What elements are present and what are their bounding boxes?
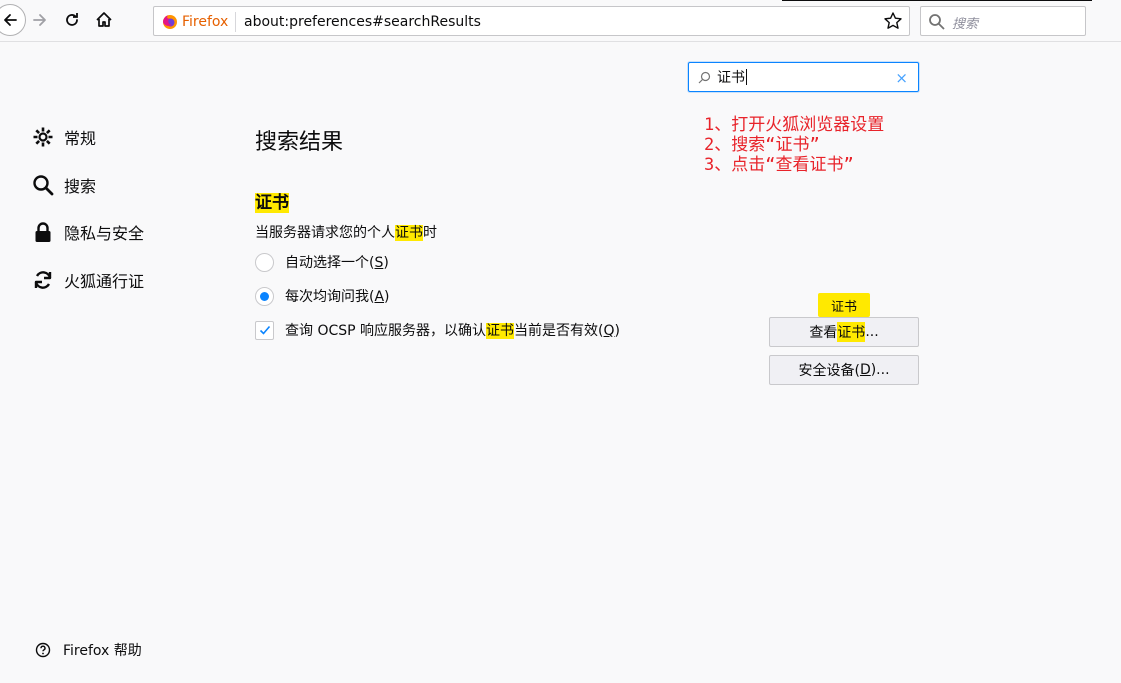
- radio-button[interactable]: [255, 286, 274, 306]
- radio-label: 每次均询问我(A): [285, 289, 390, 305]
- instruction-line: 3、点击“查看证书”: [704, 155, 854, 175]
- preferences-search-value[interactable]: 证书: [717, 68, 747, 88]
- url-separator: [235, 12, 236, 32]
- instruction-annotation: 1、打开火狐浏览器设置 2、搜索“证书” 3、点击“查看证书”: [704, 115, 884, 175]
- help-label: Firefox 帮助: [63, 643, 142, 659]
- sidebar-item-sync[interactable]: 火狐通行证: [32, 264, 144, 296]
- instruction-line: 2、搜索“证书”: [704, 135, 820, 155]
- search-placeholder: 搜索: [952, 17, 979, 32]
- security-devices-button[interactable]: 安全设备(D)...: [769, 355, 919, 385]
- radio-label: 自动选择一个(S): [285, 255, 389, 271]
- sidebar-item-label: 火狐通行证: [64, 272, 145, 291]
- arrow-right-icon: [33, 14, 46, 26]
- firefox-logo-icon: [163, 15, 177, 29]
- reload-button[interactable]: [58, 6, 86, 34]
- forward-button[interactable]: [26, 6, 54, 34]
- checkbox-label: 查询 OCSP 响应服务器，以确认证书当前是否有效(Q): [285, 323, 620, 339]
- lock-icon: [35, 222, 51, 242]
- home-icon: [96, 12, 112, 27]
- radio-select-automatically[interactable]: 自动选择一个(S): [255, 252, 389, 272]
- star-icon[interactable]: [883, 11, 903, 31]
- checkmark-icon: [259, 325, 270, 335]
- search-icon: [698, 71, 711, 84]
- sidebar-item-search[interactable]: 搜索: [32, 169, 96, 201]
- search-highlight: 证书: [837, 322, 866, 342]
- help-link[interactable]: Firefox 帮助: [35, 640, 142, 660]
- browser-toolbar: Firefox about:preferences#searchResults …: [0, 0, 1121, 42]
- arrow-left-icon: [4, 14, 17, 26]
- radio-button[interactable]: [255, 252, 274, 272]
- reload-icon: [66, 13, 78, 26]
- url-bar[interactable]: Firefox about:preferences#searchResults: [153, 6, 910, 36]
- sidebar-item-label: 隐私与安全: [64, 224, 145, 243]
- ocsp-checkbox[interactable]: 查询 OCSP 响应服务器，以确认证书当前是否有效(Q): [255, 320, 620, 340]
- checkbox[interactable]: [255, 320, 274, 340]
- help-icon: [35, 642, 51, 658]
- view-certificates-button[interactable]: 查看 证书...: [769, 317, 919, 347]
- sidebar-item-privacy[interactable]: 隐私与安全: [32, 216, 144, 248]
- search-highlight: 证书: [486, 323, 515, 339]
- search-icon: [33, 175, 54, 196]
- radio-ask-every-time[interactable]: 每次均询问我(A): [255, 286, 390, 306]
- text-caret: [746, 69, 747, 85]
- instruction-line: 1、打开火狐浏览器设置: [704, 115, 885, 135]
- sidebar-item-label: 搜索: [64, 177, 97, 196]
- identity-label: Firefox: [182, 14, 229, 30]
- page-title: 搜索结果: [255, 130, 344, 155]
- url-text[interactable]: about:preferences#searchResults: [244, 12, 481, 32]
- gear-icon: [33, 127, 53, 147]
- identity-box[interactable]: Firefox: [162, 12, 228, 32]
- sync-icon: [34, 271, 52, 289]
- search-highlight: 证书: [255, 193, 289, 213]
- clear-search-button[interactable]: ×: [895, 68, 908, 88]
- home-button[interactable]: [90, 6, 118, 34]
- back-button[interactable]: [0, 4, 26, 36]
- section-title: 证书: [255, 188, 289, 213]
- sidebar-item-label: 常规: [64, 129, 97, 148]
- search-tooltip: 证书: [818, 293, 870, 323]
- browser-search-bar[interactable]: 搜索: [920, 6, 1086, 36]
- search-icon: [929, 14, 945, 30]
- certificates-description: 当服务器请求您的个人证书时: [255, 225, 437, 241]
- tab-strip-edge: [782, 0, 1092, 1]
- preferences-search-input[interactable]: 证书 ×: [688, 62, 919, 92]
- sidebar-item-general[interactable]: 常规: [32, 121, 96, 153]
- search-highlight: 证书: [395, 225, 423, 241]
